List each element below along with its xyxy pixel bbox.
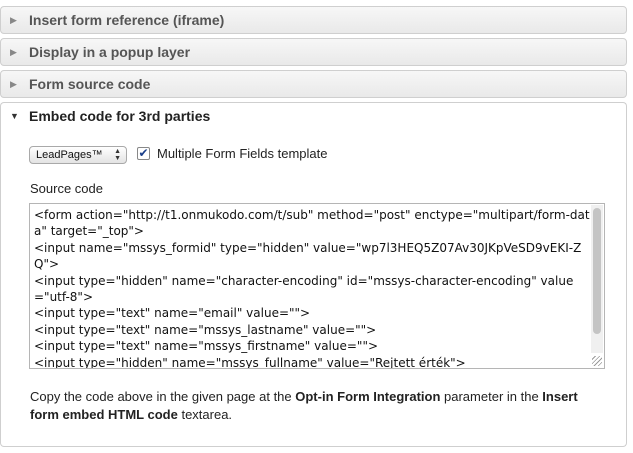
- triangle-right-icon: ▶: [10, 15, 17, 25]
- opt-in-integration-param: Opt-in Form Integration: [295, 389, 441, 404]
- instructions-text: Copy the code above in the given page at…: [30, 388, 600, 424]
- section-header-embed[interactable]: ▼ Embed code for 3rd parties: [0, 102, 627, 130]
- instructions-part: parameter in the: [440, 389, 543, 404]
- section-header-iframe[interactable]: ▶ Insert form reference (iframe): [0, 6, 627, 34]
- multiple-fields-checkbox[interactable]: ✔: [137, 147, 150, 160]
- instructions-part: textarea.: [177, 407, 233, 422]
- section-title: Form source code: [29, 76, 151, 92]
- scrollbar-thumb[interactable]: [593, 208, 601, 334]
- instructions-part: Copy the code above in the given page at…: [30, 389, 296, 404]
- source-code-label: Source code: [30, 181, 103, 196]
- source-code-text[interactable]: <form action="http://t1.onmukodo.com/t/s…: [34, 207, 590, 368]
- textarea-scrollbar[interactable]: [591, 205, 603, 353]
- section-title: Insert form reference (iframe): [29, 12, 225, 28]
- section-header-popup[interactable]: ▶ Display in a popup layer: [0, 38, 627, 66]
- section-title: Display in a popup layer: [29, 44, 191, 60]
- triangle-right-icon: ▶: [10, 79, 17, 89]
- triangle-down-icon: ▼: [10, 111, 19, 121]
- updown-arrows-icon: ▲ ▼: [114, 148, 121, 162]
- template-select-value: LeadPages™: [36, 149, 103, 161]
- accordion: ▶ Insert form reference (iframe) ▶ Displ…: [0, 0, 633, 453]
- checkmark-icon: ✔: [138, 146, 149, 160]
- section-title: Embed code for 3rd parties: [29, 108, 211, 124]
- template-select[interactable]: LeadPages™ ▲ ▼: [29, 146, 127, 164]
- multiple-fields-label[interactable]: Multiple Form Fields template: [157, 146, 328, 162]
- resize-grip-icon[interactable]: [592, 356, 602, 366]
- triangle-right-icon: ▶: [10, 47, 17, 57]
- source-code-textarea[interactable]: <form action="http://t1.onmukodo.com/t/s…: [29, 203, 605, 369]
- section-header-source[interactable]: ▶ Form source code: [0, 70, 627, 98]
- section-body-embed: LeadPages™ ▲ ▼ ✔ Multiple Form Fields tem…: [0, 129, 627, 447]
